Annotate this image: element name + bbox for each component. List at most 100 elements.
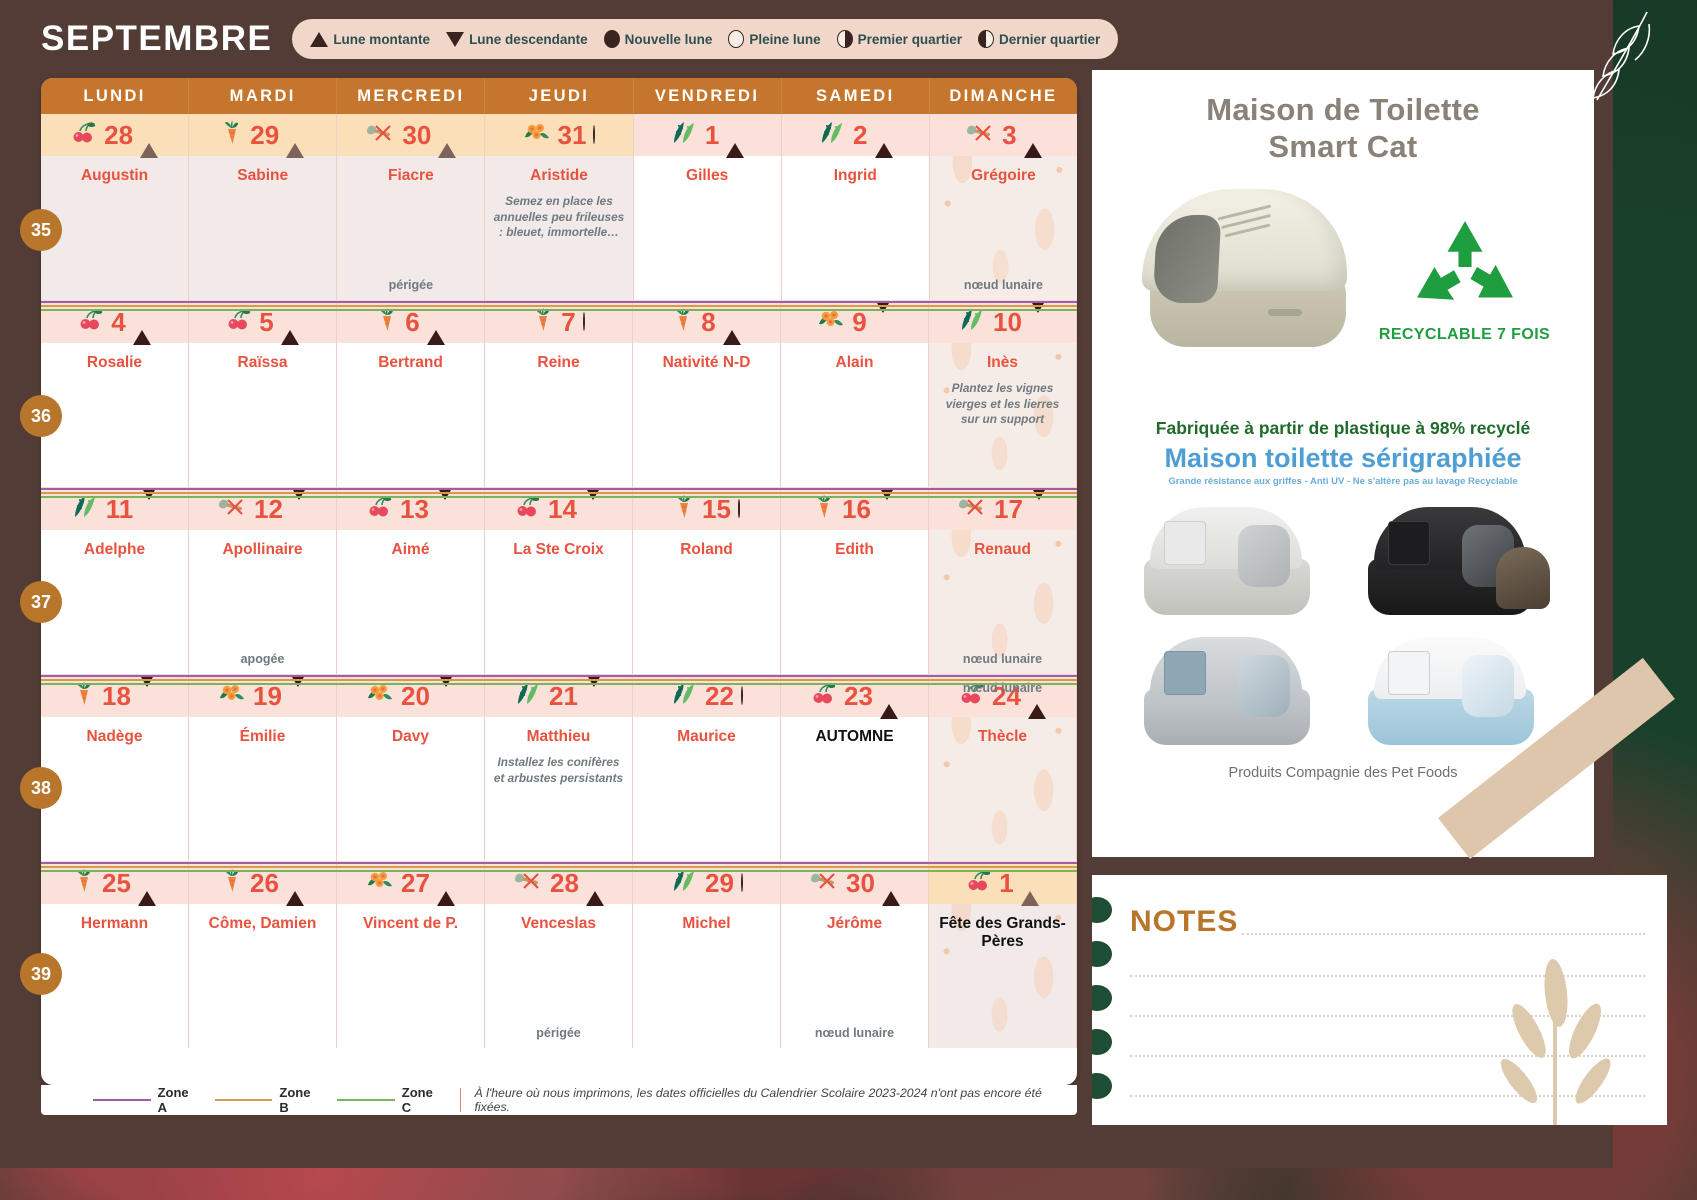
calendar-day-cell[interactable]: 17 Renaud nœud lunaire [929,488,1077,674]
day-header: 11 [41,488,188,530]
saint-name: Bertrand [378,354,443,371]
calendar-day-cell[interactable]: 11 Adelphe [41,488,189,674]
calendar-day-cell[interactable]: 14 La Ste Croix [485,488,633,674]
legend-label: Dernier quartier [998,31,1101,47]
saint-name: Adelphe [83,541,146,558]
legend-label: Nouvelle lune [624,31,713,47]
calendar-day-cell[interactable]: 10 Inès Plantez les vignes vierges et les … [929,301,1077,487]
day-number: 1 [999,868,1014,898]
zone-color-bar [337,1098,395,1102]
calendar-week-row: 25 Hermann 26 Côme, Damien 27 Vincent de P. 28… [41,862,1077,1048]
gardening-tip: Installez les conifères et arbustes pers… [493,755,624,785]
day-header: 6 [337,301,484,345]
calendar-day-cell[interactable]: 12 Apollinaire apogée [189,488,337,674]
calendar-day-cell[interactable]: 19 Émilie [189,675,337,861]
day-number: 17 [994,494,1023,524]
litter-handle [1268,309,1302,317]
flowers-icon [817,308,845,336]
calendar-day-cell[interactable]: 25 Hermann [41,862,189,1048]
advertisement-panel[interactable]: Maison de Toilette Smart Cat RECYCLABLE … [1092,70,1594,857]
calendar-day-cell[interactable]: 29 Michel [633,862,781,1048]
note-line[interactable] [1130,1095,1645,1097]
leaves-icon [670,121,698,149]
day-number: 22 [705,681,734,711]
note-line[interactable] [1130,1015,1645,1017]
calendar-day-cell[interactable]: 3 Grégoire nœud lunaire [929,114,1077,300]
calendar-day-cell[interactable]: 1 Gilles [633,114,782,300]
day-number: 12 [254,494,283,524]
flowers-icon [523,121,551,149]
triangle-down-icon [137,675,156,705]
trowel-icon [513,870,543,896]
calendar-day-cell[interactable]: 21 Matthieu Installez les conifères et arb… [485,675,633,861]
week-number-badge: 36 [20,395,62,437]
calendar-day-cell[interactable]: 28 Venceslas périgée [485,862,633,1048]
calendar-day-cell[interactable]: 8 Nativité N-D [633,301,781,487]
triangle-up-icon [137,874,156,906]
calendar-day-cell[interactable]: 18 Nadège [41,675,189,861]
note-line[interactable] [1130,975,1645,977]
zone-color-bar [214,1098,273,1102]
product-thumb-grey[interactable] [1128,633,1334,751]
triangle-down-icon [288,675,307,705]
day-header: 21 [485,675,632,717]
note-line[interactable] [1130,1055,1645,1057]
saint-name: AUTOMNE [815,728,894,745]
calendar-day-cell[interactable]: 30 Fiacre périgée [337,114,486,300]
day-header: 26 [189,862,336,906]
calendar-day-cell[interactable]: 24 Thècle nœud lunaire [929,675,1077,861]
notes-panel[interactable]: NOTES [1092,875,1667,1125]
day-number: 13 [400,494,429,524]
day-number: 30 [846,868,875,898]
calendar-day-cell[interactable]: 13 Aimé [337,488,485,674]
calendar-day-cell[interactable]: 1 Fête des Grands-Pères [929,862,1077,1048]
calendar-day-cell[interactable]: 20 Davy [337,675,485,861]
calendar-day-cell[interactable]: 6 Bertrand [337,301,485,487]
calendar-day-cell[interactable]: 26 Côme, Damien [189,862,337,1048]
calendar-day-cell[interactable]: 4 Rosalie [41,301,189,487]
calendar-week-row: 4 Rosalie 5 Raïssa 6 Bertrand 7 Reine 8 Nativité … [41,301,1077,488]
calendar-day-cell[interactable]: 15 Roland [633,488,781,674]
leaf-sprig-icon [1592,11,1651,101]
day-number: 18 [102,681,131,711]
litter-lid [1141,189,1352,304]
day-number: 21 [549,681,578,711]
product-thumb-blue[interactable] [1352,633,1558,751]
gardening-tip: Plantez les vignes vierges et les lierre… [945,381,1060,427]
day-number: 11 [105,494,134,524]
day-header: 3 [929,114,1077,158]
calendar-day-cell[interactable]: 29 Sabine [189,114,338,300]
calendar-week-row: 11 Adelphe 12 Apollinaire apogée 13 Aimé 14 La S… [41,488,1077,675]
legend-dernier-quartier: Dernier quartier [977,30,1101,48]
calendar-day-cell[interactable]: 27 Vincent de P. [337,862,485,1048]
lunar-event-label: apogée [240,652,285,666]
calendar-day-cell[interactable]: 30 Jérôme nœud lunaire [781,862,929,1048]
zone-label: Zone A [157,1085,189,1115]
full-moon-icon [740,873,743,892]
calendar-day-cell[interactable]: 2 Ingrid [781,114,930,300]
product-thumb-black[interactable] [1352,503,1558,621]
saint-name: Gilles [686,167,729,184]
binder-hole [1092,985,1112,1011]
calendar-day-cell[interactable]: 23 AUTOMNE [781,675,929,861]
saint-name: Fête des Grands-Pères [939,915,1066,950]
note-line[interactable] [1242,933,1645,935]
saint-name: Roland [680,541,733,558]
calendar-day-cell[interactable]: 5 Raïssa [189,301,337,487]
day-number: 23 [844,681,873,711]
legend-lune-montante: Lune montante [310,31,430,47]
calendar-day-cell[interactable]: 22 Maurice [633,675,781,861]
triangle-down-icon [583,488,602,518]
calendar-day-cell[interactable]: 28 Augustin [41,114,190,300]
day-number: 5 [259,307,274,337]
product-thumb-white[interactable] [1128,503,1334,621]
calendar-day-cell[interactable]: 9 Alain [781,301,929,487]
saint-name: Davy [391,728,430,745]
calendar-day-cell[interactable]: 31 Aristide Semez en place les annuelles p… [485,114,634,300]
leaves-icon [818,121,846,149]
calendar-day-cell[interactable]: 7 Reine [485,301,633,487]
day-header: 13 [337,488,484,530]
day-number: 30 [402,120,432,150]
calendar-day-cell[interactable]: 16 Edith [781,488,929,674]
new-moon-icon [603,30,620,48]
